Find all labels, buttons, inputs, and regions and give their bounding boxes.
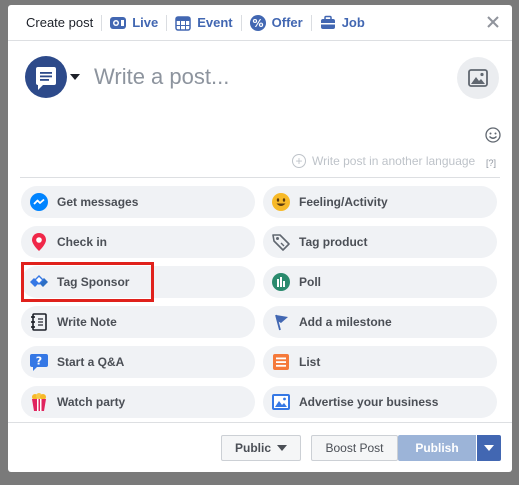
option-check-in[interactable]: Check in	[21, 226, 255, 258]
publish-label: Publish	[415, 441, 459, 455]
document-icon	[36, 67, 56, 90]
option-label: List	[299, 355, 321, 369]
messenger-icon	[29, 192, 49, 212]
popcorn-icon	[29, 392, 49, 412]
chevron-down-icon	[484, 445, 494, 451]
tab-label: Offer	[271, 15, 303, 30]
tab-label: Job	[341, 15, 365, 30]
option-tag-product[interactable]: Tag product	[263, 226, 497, 258]
option-label: Poll	[299, 275, 322, 289]
live-video-icon	[110, 15, 127, 31]
tag-icon	[271, 232, 291, 252]
option-label: Tag product	[299, 235, 368, 249]
list-icon	[271, 352, 291, 372]
tab-create-post[interactable]: Create post	[18, 5, 101, 41]
add-photo-button[interactable]	[457, 57, 499, 99]
photo-icon	[468, 69, 488, 87]
option-label: Advertise your business	[299, 395, 439, 409]
option-label: Feeling/Activity	[299, 195, 388, 209]
tab-offer[interactable]: % Offer	[242, 5, 311, 41]
option-add-milestone[interactable]: Add a milestone	[263, 306, 497, 338]
tab-label: Live	[132, 15, 159, 30]
option-start-qa[interactable]: ? Start a Q&A	[21, 346, 255, 378]
svg-text:?: ?	[36, 355, 42, 368]
notebook-icon	[29, 312, 49, 332]
option-label: Start a Q&A	[57, 355, 125, 369]
divider	[8, 422, 512, 423]
tab-event[interactable]: Event	[167, 5, 240, 41]
tab-label: Event	[197, 15, 233, 30]
option-label: Watch party	[57, 395, 126, 409]
chevron-down-icon[interactable]	[70, 74, 80, 80]
plus-icon: +	[292, 154, 306, 168]
tab-job[interactable]: Job	[312, 5, 373, 41]
poll-icon	[271, 272, 291, 292]
flag-icon	[271, 312, 291, 332]
option-get-messages[interactable]: Get messages	[21, 186, 255, 218]
location-pin-icon	[29, 232, 49, 252]
emoji-icon[interactable]	[485, 127, 501, 143]
option-watch-party[interactable]: Watch party	[21, 386, 255, 418]
option-label: Write Note	[57, 315, 117, 329]
option-advertise-business[interactable]: Advertise your business	[263, 386, 497, 418]
smiley-icon	[271, 192, 291, 212]
briefcase-icon	[320, 15, 336, 31]
option-label: Check in	[57, 235, 108, 249]
question-bubble-icon: ?	[29, 352, 49, 372]
audience-label: Public	[234, 441, 271, 455]
boost-label: Boost Post	[325, 441, 384, 455]
calendar-icon	[175, 15, 191, 31]
publish-button[interactable]: Publish	[398, 435, 476, 461]
svg-text:%: %	[252, 17, 263, 30]
option-label: Get messages	[57, 195, 139, 209]
boost-post-button[interactable]: Boost Post	[311, 435, 398, 461]
image-ad-icon	[271, 392, 291, 412]
option-list[interactable]: List	[263, 346, 497, 378]
help-link[interactable]: [?]	[486, 158, 496, 168]
option-write-note[interactable]: Write Note	[21, 306, 255, 338]
composer-area: + Write post in another language [?]	[8, 42, 512, 177]
option-poll[interactable]: Poll	[263, 266, 497, 298]
divider	[20, 177, 500, 178]
close-icon[interactable]	[484, 13, 502, 31]
percent-badge-icon: %	[249, 14, 266, 31]
chevron-down-icon	[277, 445, 287, 451]
option-feeling-activity[interactable]: Feeling/Activity	[263, 186, 497, 218]
post-text-input[interactable]	[94, 60, 424, 94]
create-post-dialog: Create post Live Event % Offer Job Write…	[8, 5, 512, 472]
publish-options-button[interactable]	[477, 435, 501, 461]
composer-tabs: Create post Live Event % Offer Job	[8, 5, 512, 41]
page-avatar[interactable]	[25, 56, 67, 98]
highlight-box	[21, 262, 154, 302]
tab-label: Create post	[26, 15, 94, 30]
translate-post-link[interactable]: + Write post in another language	[292, 154, 475, 168]
audience-selector-button[interactable]: Public	[221, 435, 301, 461]
option-label: Add a milestone	[299, 315, 392, 329]
translate-label: Write post in another language	[312, 154, 476, 168]
tab-live[interactable]: Live	[102, 5, 166, 41]
